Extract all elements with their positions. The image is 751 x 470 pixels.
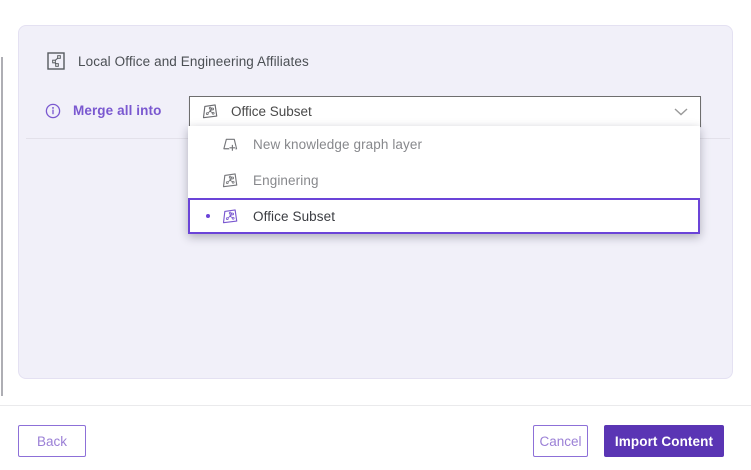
chevron-down-icon: [674, 108, 688, 116]
back-button[interactable]: Back: [18, 425, 86, 457]
dropdown-item-office-subset-selected[interactable]: Office Subset: [188, 198, 700, 234]
merge-target-dropdown-list: New knowledge graph layer Enginering: [188, 126, 700, 234]
dropdown-item-label: Office Subset: [253, 209, 335, 224]
left-edge-divider: [1, 57, 3, 396]
dropdown-item-label: New knowledge graph layer: [253, 137, 422, 152]
dropdown-item-new-knowledge-graph-layer[interactable]: New knowledge graph layer: [188, 126, 700, 162]
layer-row: Local Office and Engineering Affiliates: [47, 52, 309, 70]
layer-row-label: Local Office and Engineering Affiliates: [78, 54, 309, 69]
import-content-dialog: Local Office and Engineering Affiliates …: [0, 0, 751, 470]
dropdown-item-label: Enginering: [253, 173, 319, 188]
merge-row-label: Merge all into: [73, 103, 161, 118]
info-icon: [45, 103, 61, 119]
footer-divider: [0, 405, 751, 406]
graph-layer-square-icon: [47, 52, 65, 70]
merge-row: Merge all into: [45, 102, 161, 119]
kg-layer-icon: [202, 103, 219, 120]
kg-layer-icon: [222, 172, 239, 189]
selected-bullet-dot: [206, 214, 210, 218]
select-value: Office Subset: [231, 104, 662, 119]
dropdown-item-enginering[interactable]: Enginering: [188, 162, 700, 198]
new-layer-icon: [222, 136, 239, 153]
kg-layer-icon: [222, 208, 239, 225]
import-content-button[interactable]: Import Content: [604, 425, 724, 457]
merge-target-select[interactable]: Office Subset: [189, 96, 701, 127]
cancel-button[interactable]: Cancel: [533, 425, 588, 457]
